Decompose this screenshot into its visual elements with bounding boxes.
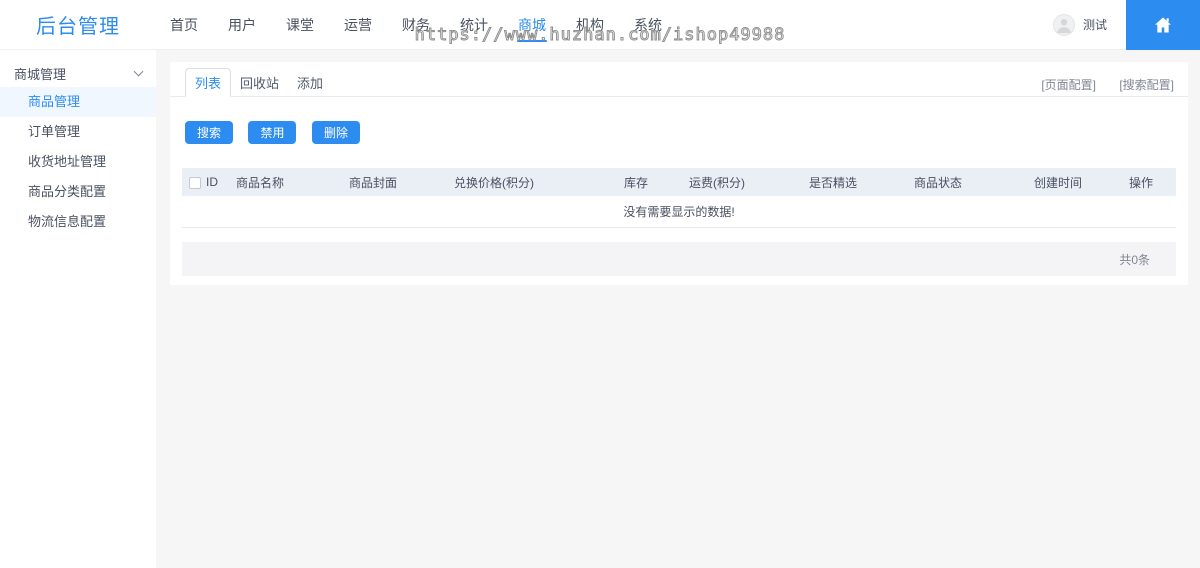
app-logo[interactable]: 后台管理 bbox=[0, 10, 156, 39]
username-label: 测试 bbox=[1082, 18, 1107, 32]
col-id: ID bbox=[206, 175, 218, 189]
col-product-cover: 商品封面 bbox=[349, 175, 398, 190]
empty-state-text: 没有需要显示的数据! bbox=[623, 205, 735, 219]
sidebar-group-mall-management[interactable]: 商城管理 bbox=[0, 60, 156, 87]
nav-item-finance[interactable]: 财务 bbox=[402, 0, 430, 50]
home-icon bbox=[1153, 15, 1173, 35]
col-actions: 操作 bbox=[1129, 175, 1154, 190]
tab-recycle-bin[interactable]: 回收站 bbox=[231, 69, 288, 96]
col-stock: 库存 bbox=[624, 175, 649, 190]
table-header-row: ID 商品名称 商品封面 兑换价格(积分) 库存 运费(积分) 是否精选 商品状… bbox=[182, 168, 1176, 196]
user-avatar-icon[interactable] bbox=[1052, 13, 1075, 36]
col-shipping-fee: 运费(积分) bbox=[689, 175, 745, 190]
sidebar-group-label: 商城管理 bbox=[14, 67, 67, 82]
product-list-card: 列表 回收站 添加 [页面配置] [搜索配置] 搜索 禁用 删除 ID 商品名称… bbox=[170, 62, 1188, 285]
home-button[interactable] bbox=[1126, 0, 1200, 50]
delete-button[interactable]: 删除 bbox=[311, 121, 360, 144]
page-config-link[interactable]: [页面配置] bbox=[1041, 78, 1096, 92]
action-button-row: 搜索 禁用 删除 bbox=[185, 121, 1188, 144]
disable-button[interactable]: 禁用 bbox=[248, 121, 297, 144]
nav-item-operations[interactable]: 运营 bbox=[344, 0, 372, 50]
sidebar-item-order-management[interactable]: 订单管理 bbox=[0, 117, 156, 147]
top-nav-menu: 首页 用户 课堂 运营 财务 统计 商城 机构 系统 bbox=[170, 0, 692, 50]
tab-add[interactable]: 添加 bbox=[288, 69, 332, 96]
nav-item-mall[interactable]: 商城 bbox=[517, 0, 547, 50]
tab-list[interactable]: 列表 bbox=[185, 68, 232, 97]
tab-bar: 列表 回收站 添加 [页面配置] [搜索配置] bbox=[170, 62, 1188, 97]
table-empty-state: 没有需要显示的数据! bbox=[182, 196, 1176, 228]
col-exchange-price: 兑换价格(积分) bbox=[454, 175, 534, 190]
col-created-time: 创建时间 bbox=[1034, 175, 1083, 190]
nav-item-users[interactable]: 用户 bbox=[228, 0, 256, 50]
search-button[interactable]: 搜索 bbox=[185, 121, 234, 144]
sidebar: 商城管理 商品管理 订单管理 收货地址管理 商品分类配置 物流信息配置 bbox=[0, 50, 156, 568]
pagination-bar: 共0条 bbox=[182, 242, 1176, 276]
top-nav-bar: 后台管理 首页 用户 课堂 运营 财务 统计 商城 机构 系统 测试 bbox=[0, 0, 1200, 50]
nav-item-organization[interactable]: 机构 bbox=[576, 0, 604, 50]
chevron-down-icon bbox=[133, 66, 144, 77]
products-table: ID 商品名称 商品封面 兑换价格(积分) 库存 运费(积分) 是否精选 商品状… bbox=[182, 168, 1176, 228]
col-featured: 是否精选 bbox=[809, 175, 858, 190]
search-config-link[interactable]: [搜索配置] bbox=[1119, 78, 1174, 92]
sidebar-item-product-management[interactable]: 商品管理 bbox=[0, 87, 156, 117]
nav-item-home[interactable]: 首页 bbox=[170, 0, 198, 50]
select-all-checkbox[interactable] bbox=[189, 176, 201, 189]
sidebar-item-shipping-address[interactable]: 收货地址管理 bbox=[0, 147, 156, 177]
sidebar-item-product-category-config[interactable]: 商品分类配置 bbox=[0, 177, 156, 207]
nav-item-classroom[interactable]: 课堂 bbox=[286, 0, 314, 50]
main-content-area: 列表 回收站 添加 [页面配置] [搜索配置] 搜索 禁用 删除 ID 商品名称… bbox=[156, 50, 1200, 568]
col-product-name: 商品名称 bbox=[236, 175, 285, 190]
nav-item-statistics[interactable]: 统计 bbox=[460, 0, 488, 50]
nav-item-system[interactable]: 系统 bbox=[634, 0, 662, 50]
sidebar-item-logistics-info-config[interactable]: 物流信息配置 bbox=[0, 207, 156, 237]
nav-right-area: 测试 bbox=[1052, 0, 1200, 50]
total-count-label: 共0条 bbox=[1119, 252, 1150, 267]
config-links: [页面配置] [搜索配置] bbox=[1021, 76, 1174, 93]
col-product-status: 商品状态 bbox=[914, 175, 963, 190]
